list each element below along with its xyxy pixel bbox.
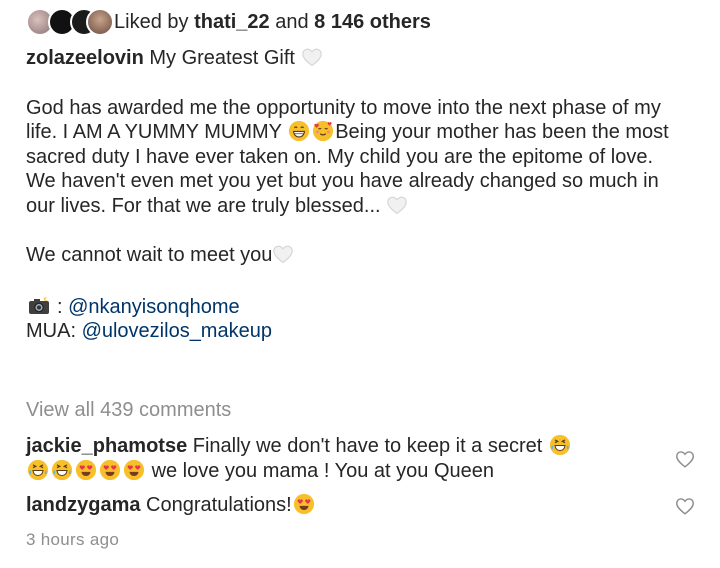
comment-like-heart-icon[interactable] (674, 448, 696, 470)
comment-like-heart-icon[interactable] (674, 495, 696, 517)
post-caption: zolazeelovin My Greatest Gift God has aw… (26, 46, 686, 344)
liker-avatars[interactable] (26, 7, 114, 37)
comment-item: landzygama Congratulations! (26, 493, 656, 518)
caption-text-part: We cannot wait to meet you (26, 244, 273, 266)
comment-item: jackie_phamotse Finally we don't have to… (26, 434, 656, 484)
camera-flash-icon (27, 293, 51, 317)
mua-label: MUA: (26, 320, 76, 342)
caption-paragraph: God has awarded me the opportunity to mo… (26, 96, 686, 219)
face-with-tears-of-joy-icon (549, 434, 571, 456)
comment-text: Congratulations! (146, 494, 292, 516)
likes-others-count[interactable]: 8 146 others (314, 11, 431, 33)
white-heart-icon (301, 46, 323, 68)
post-details: Liked by thati_22 and 8 146 others zolaz… (0, 0, 720, 568)
white-heart-icon (272, 243, 294, 265)
grinning-face-icon (288, 120, 310, 142)
comment-text: Finally we don't have to keep it a secre… (192, 435, 543, 457)
avatar[interactable] (86, 8, 114, 36)
smiling-face-with-hearts-icon (312, 120, 334, 142)
comment-text: we love you mama ! You at you Queen (151, 460, 495, 482)
white-heart-icon (386, 194, 408, 216)
post-timestamp: 3 hours ago (26, 530, 120, 549)
face-with-tears-of-joy-icon (51, 459, 73, 481)
mua-mention-link[interactable]: @ulovezilos_makeup (82, 320, 272, 342)
comment-username[interactable]: landzygama (26, 494, 140, 516)
likes-row[interactable]: Liked by thati_22 and 8 146 others (26, 7, 431, 37)
face-with-tears-of-joy-icon (27, 459, 49, 481)
caption-paragraph: We cannot wait to meet you (26, 243, 686, 268)
heart-eyes-icon (75, 459, 97, 481)
heart-eyes-icon (293, 493, 315, 515)
liker-username[interactable]: thati_22 (194, 11, 270, 33)
caption-title: My Greatest Gift (149, 47, 295, 69)
likes-summary[interactable]: Liked by thati_22 and 8 146 others (114, 11, 431, 34)
heart-eyes-icon (99, 459, 121, 481)
likes-connector: and (275, 10, 309, 33)
heart-eyes-icon (123, 459, 145, 481)
photographer-mention-link[interactable]: @nkanyisonqhome (68, 296, 240, 318)
likes-prefix: Liked by (114, 10, 189, 33)
comment-username[interactable]: jackie_phamotse (26, 435, 187, 457)
photo-credit-colon: : (57, 295, 69, 318)
view-all-comments-link[interactable]: View all 439 comments (26, 399, 231, 422)
caption-username[interactable]: zolazeelovin (26, 47, 144, 69)
